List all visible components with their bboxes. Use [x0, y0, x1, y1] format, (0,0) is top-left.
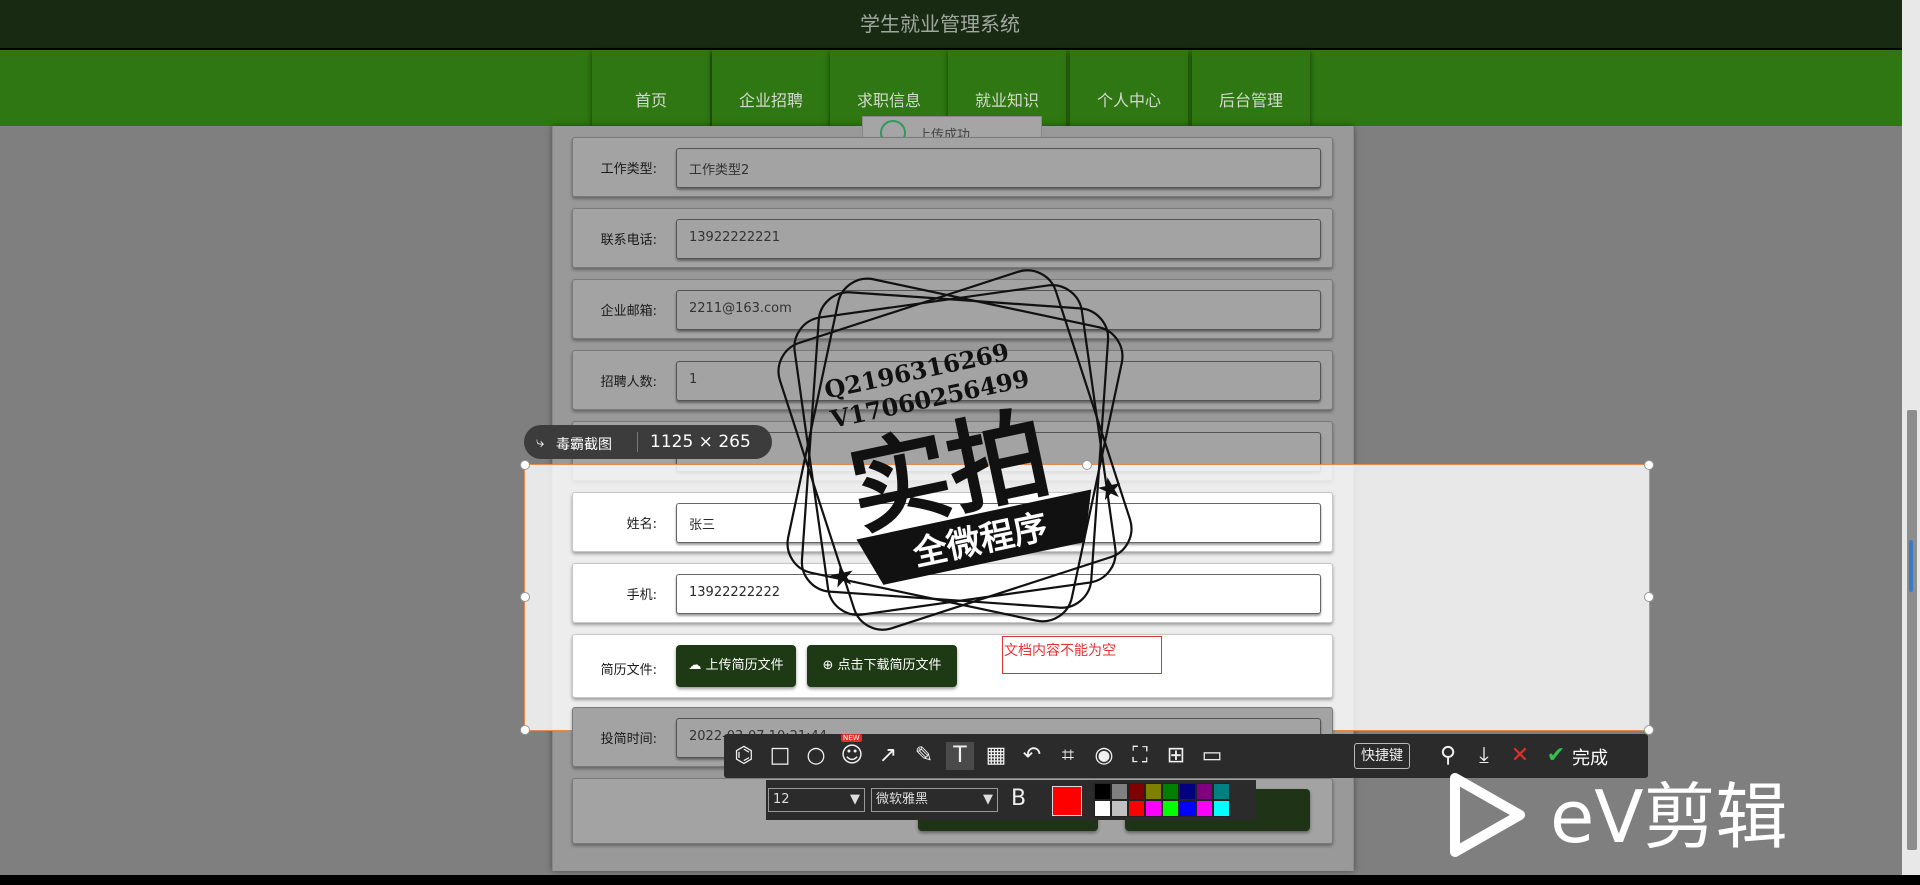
color-swatch[interactable]: [1128, 800, 1145, 817]
checkmark-icon[interactable]: ✔: [1542, 742, 1570, 770]
field-label: 招聘人数:: [600, 375, 657, 390]
color-swatch[interactable]: [1145, 783, 1162, 800]
resize-handle[interactable]: [1644, 460, 1654, 470]
cloud-upload-icon: ☁: [688, 658, 706, 673]
font-family-value: 微软雅黑: [876, 792, 929, 807]
star-icon: ★: [1093, 469, 1127, 509]
ev-watermark: eV剪辑: [1450, 773, 1788, 859]
shortcut-button[interactable]: 快捷键: [1354, 743, 1410, 769]
text-annotation-content[interactable]: 文档内容不能为空: [1004, 640, 1116, 660]
field-label: 企业邮箱:: [600, 304, 657, 319]
button-label: 上传简历文件: [705, 658, 784, 673]
download-icon[interactable]: ⤓: [1470, 742, 1498, 770]
scrollbar-thumb[interactable]: [1907, 410, 1917, 850]
star-icon: ★: [826, 557, 860, 597]
color-swatch[interactable]: [1179, 783, 1196, 800]
emoji-tool-icon[interactable]: ☺: [838, 742, 866, 770]
contact-phone-input[interactable]: 13922222221: [676, 219, 1321, 259]
ocr-tool-icon[interactable]: ⌗: [1054, 742, 1082, 770]
pin-icon[interactable]: ⚲: [1434, 742, 1462, 770]
color-swatch[interactable]: [1196, 800, 1213, 817]
main-nav: 首页 企业招聘 求职信息 就业知识 个人中心 后台管理: [0, 50, 1902, 126]
upload-resume-button[interactable]: ☁ 上传简历文件: [676, 645, 796, 687]
site-title: 学生就业管理系统: [860, 12, 1020, 36]
field-label: 工作类型:: [600, 162, 657, 177]
resize-handle[interactable]: [1644, 592, 1654, 602]
color-swatch[interactable]: [1145, 800, 1162, 817]
color-swatch[interactable]: [1179, 800, 1196, 817]
font-family-select[interactable]: 微软雅黑 ▼: [871, 788, 998, 812]
add-tool-icon[interactable]: ⊞: [1162, 742, 1190, 770]
field-value: 13922222221: [689, 230, 780, 245]
job-type-input[interactable]: 工作类型2: [676, 148, 1321, 188]
chevron-down-icon: ▼: [850, 792, 860, 807]
color-swatch[interactable]: [1094, 783, 1111, 800]
color-swatch[interactable]: [1162, 800, 1179, 817]
resize-handle[interactable]: [520, 460, 530, 470]
bold-toggle[interactable]: B: [1011, 786, 1026, 811]
nav-item-home[interactable]: 首页: [592, 50, 710, 126]
close-icon[interactable]: ✕: [1506, 742, 1534, 770]
field-value: 1: [689, 372, 698, 387]
stamp-watermark: Q2196316269 V17060256499 实拍 全微程序 ★ ★: [777, 269, 1133, 631]
field-label: 姓名:: [626, 517, 657, 532]
form-row-job-type: 工作类型: 工作类型2: [572, 137, 1333, 197]
scroll-position-marker: [1909, 540, 1913, 592]
ellipse-tool-icon[interactable]: ○: [802, 742, 830, 770]
nav-item-job-seeking[interactable]: 求职信息: [830, 50, 948, 126]
font-size-value: 12: [773, 792, 790, 807]
nav-item-career-knowledge[interactable]: 就业知识: [948, 50, 1066, 126]
selection-size-badge: ⤷ 毒霸截图 1125 × 265: [524, 425, 772, 459]
watermark-text: eV剪辑: [1550, 775, 1788, 859]
field-label: 简历文件:: [600, 663, 657, 678]
comment-tool-icon[interactable]: ▭: [1198, 742, 1226, 770]
screenshot-app-icon: ⤷: [536, 433, 545, 451]
rectangle-tool-icon[interactable]: □: [766, 742, 794, 770]
field-label: 手机:: [626, 588, 657, 603]
new-badge: NEW: [841, 734, 862, 742]
record-tool-icon[interactable]: ◉: [1090, 742, 1118, 770]
field-value: 张三: [689, 518, 716, 533]
resize-handle[interactable]: [520, 725, 530, 735]
field-label: 投简时间:: [600, 732, 657, 747]
screenshot-app-name: 毒霸截图: [556, 437, 612, 453]
field-value: 工作类型2: [689, 163, 750, 178]
field-label: 联系电话:: [600, 233, 657, 248]
color-swatch[interactable]: [1111, 783, 1128, 800]
chevron-down-icon: ▼: [983, 792, 993, 807]
current-color[interactable]: [1052, 786, 1082, 816]
done-button[interactable]: 完成: [1572, 744, 1608, 770]
font-size-select[interactable]: 12 ▼: [768, 788, 865, 812]
nav-item-admin[interactable]: 后台管理: [1192, 50, 1310, 126]
shape-tool-icon[interactable]: ⌬: [730, 742, 758, 770]
text-tool-icon[interactable]: T: [946, 742, 974, 770]
text-style-toolbar: 12 ▼ 微软雅黑 ▼ B: [766, 780, 1256, 820]
download-icon: ⊕: [822, 658, 838, 673]
arrow-tool-icon[interactable]: ↗: [874, 742, 902, 770]
color-swatch[interactable]: [1196, 783, 1213, 800]
download-resume-button[interactable]: ⊕ 点击下载简历文件: [807, 645, 957, 687]
bottom-bar: [0, 875, 1920, 885]
color-swatch[interactable]: [1094, 800, 1111, 817]
play-icon: [1450, 773, 1525, 857]
color-swatch[interactable]: [1162, 783, 1179, 800]
mosaic-tool-icon[interactable]: ▦: [982, 742, 1010, 770]
long-screenshot-icon[interactable]: ⛶: [1126, 742, 1154, 770]
color-swatch[interactable]: [1111, 800, 1128, 817]
color-swatch[interactable]: [1213, 783, 1230, 800]
marker-tool-icon[interactable]: ✎: [910, 742, 938, 770]
color-swatch[interactable]: [1128, 783, 1145, 800]
undo-icon[interactable]: ↶: [1018, 742, 1046, 770]
selection-size: 1125 × 265: [650, 432, 751, 452]
nav-item-personal-center[interactable]: 个人中心: [1070, 50, 1188, 126]
resize-handle[interactable]: [520, 592, 530, 602]
badge-separator: [637, 432, 638, 452]
button-label: 点击下载简历文件: [837, 658, 942, 673]
color-swatch[interactable]: [1213, 800, 1230, 817]
nav-item-company-recruit[interactable]: 企业招聘: [712, 50, 830, 126]
